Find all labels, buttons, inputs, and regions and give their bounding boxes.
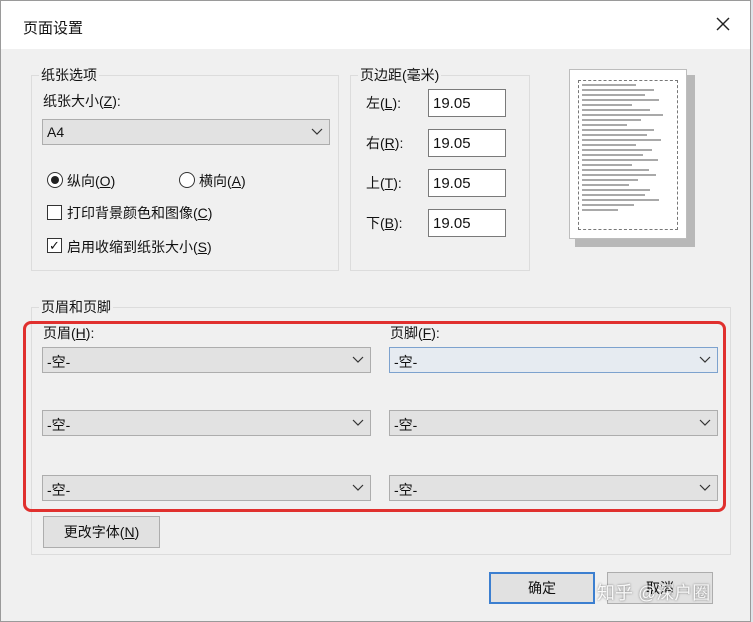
paper-size-label: 纸张大小(Z): bbox=[43, 93, 121, 109]
portrait-radio[interactable] bbox=[47, 172, 63, 188]
paper-size-select[interactable]: A4 bbox=[42, 119, 330, 145]
ok-button[interactable]: 确定 bbox=[489, 572, 595, 604]
chevron-down-icon bbox=[311, 128, 323, 135]
margin-bottom-input[interactable]: 19.05 bbox=[428, 209, 506, 237]
shrink-to-fit-checkbox[interactable]: ✓ bbox=[47, 238, 62, 253]
page-preview-lines bbox=[582, 84, 672, 214]
change-font-button[interactable]: 更改字体(N) bbox=[43, 516, 160, 548]
landscape-label: 横向(A) bbox=[199, 173, 246, 189]
margins-title: 页边距(毫米) bbox=[358, 65, 442, 85]
highlight-box bbox=[23, 321, 726, 512]
margin-left-input[interactable]: 19.05 bbox=[428, 89, 506, 117]
margin-right-input[interactable]: 19.05 bbox=[428, 129, 506, 157]
dialog-title: 页面设置 bbox=[23, 20, 84, 37]
paper-options-title: 纸张选项 bbox=[39, 65, 99, 85]
watermark-text: 知乎 @深户圈 bbox=[597, 583, 711, 603]
portrait-label: 纵向(O) bbox=[67, 173, 116, 189]
margin-bottom-label: 下(B): bbox=[366, 215, 403, 231]
page-preview bbox=[569, 69, 695, 247]
page-preview-sheet bbox=[569, 69, 687, 239]
margin-left-label: 左(L): bbox=[366, 95, 402, 111]
paper-size-value: A4 bbox=[47, 124, 65, 140]
margin-right-label: 右(R): bbox=[366, 135, 404, 151]
print-background-checkbox[interactable] bbox=[47, 205, 62, 220]
margin-top-label: 上(T): bbox=[366, 175, 402, 191]
print-background-label: 打印背景颜色和图像(C) bbox=[67, 205, 213, 221]
header-footer-title: 页眉和页脚 bbox=[39, 297, 113, 317]
margin-top-input[interactable]: 19.05 bbox=[428, 169, 506, 197]
landscape-radio[interactable] bbox=[179, 172, 195, 188]
page-setup-dialog: 页面设置 纸张选项 纸张大小(Z): A4 纵向(O) 横向(A) 打印背景颜色… bbox=[0, 0, 751, 622]
title-bar: 页面设置 bbox=[1, 1, 750, 49]
close-icon[interactable] bbox=[712, 13, 734, 35]
shrink-to-fit-label: 启用收缩到纸张大小(S) bbox=[67, 239, 212, 255]
